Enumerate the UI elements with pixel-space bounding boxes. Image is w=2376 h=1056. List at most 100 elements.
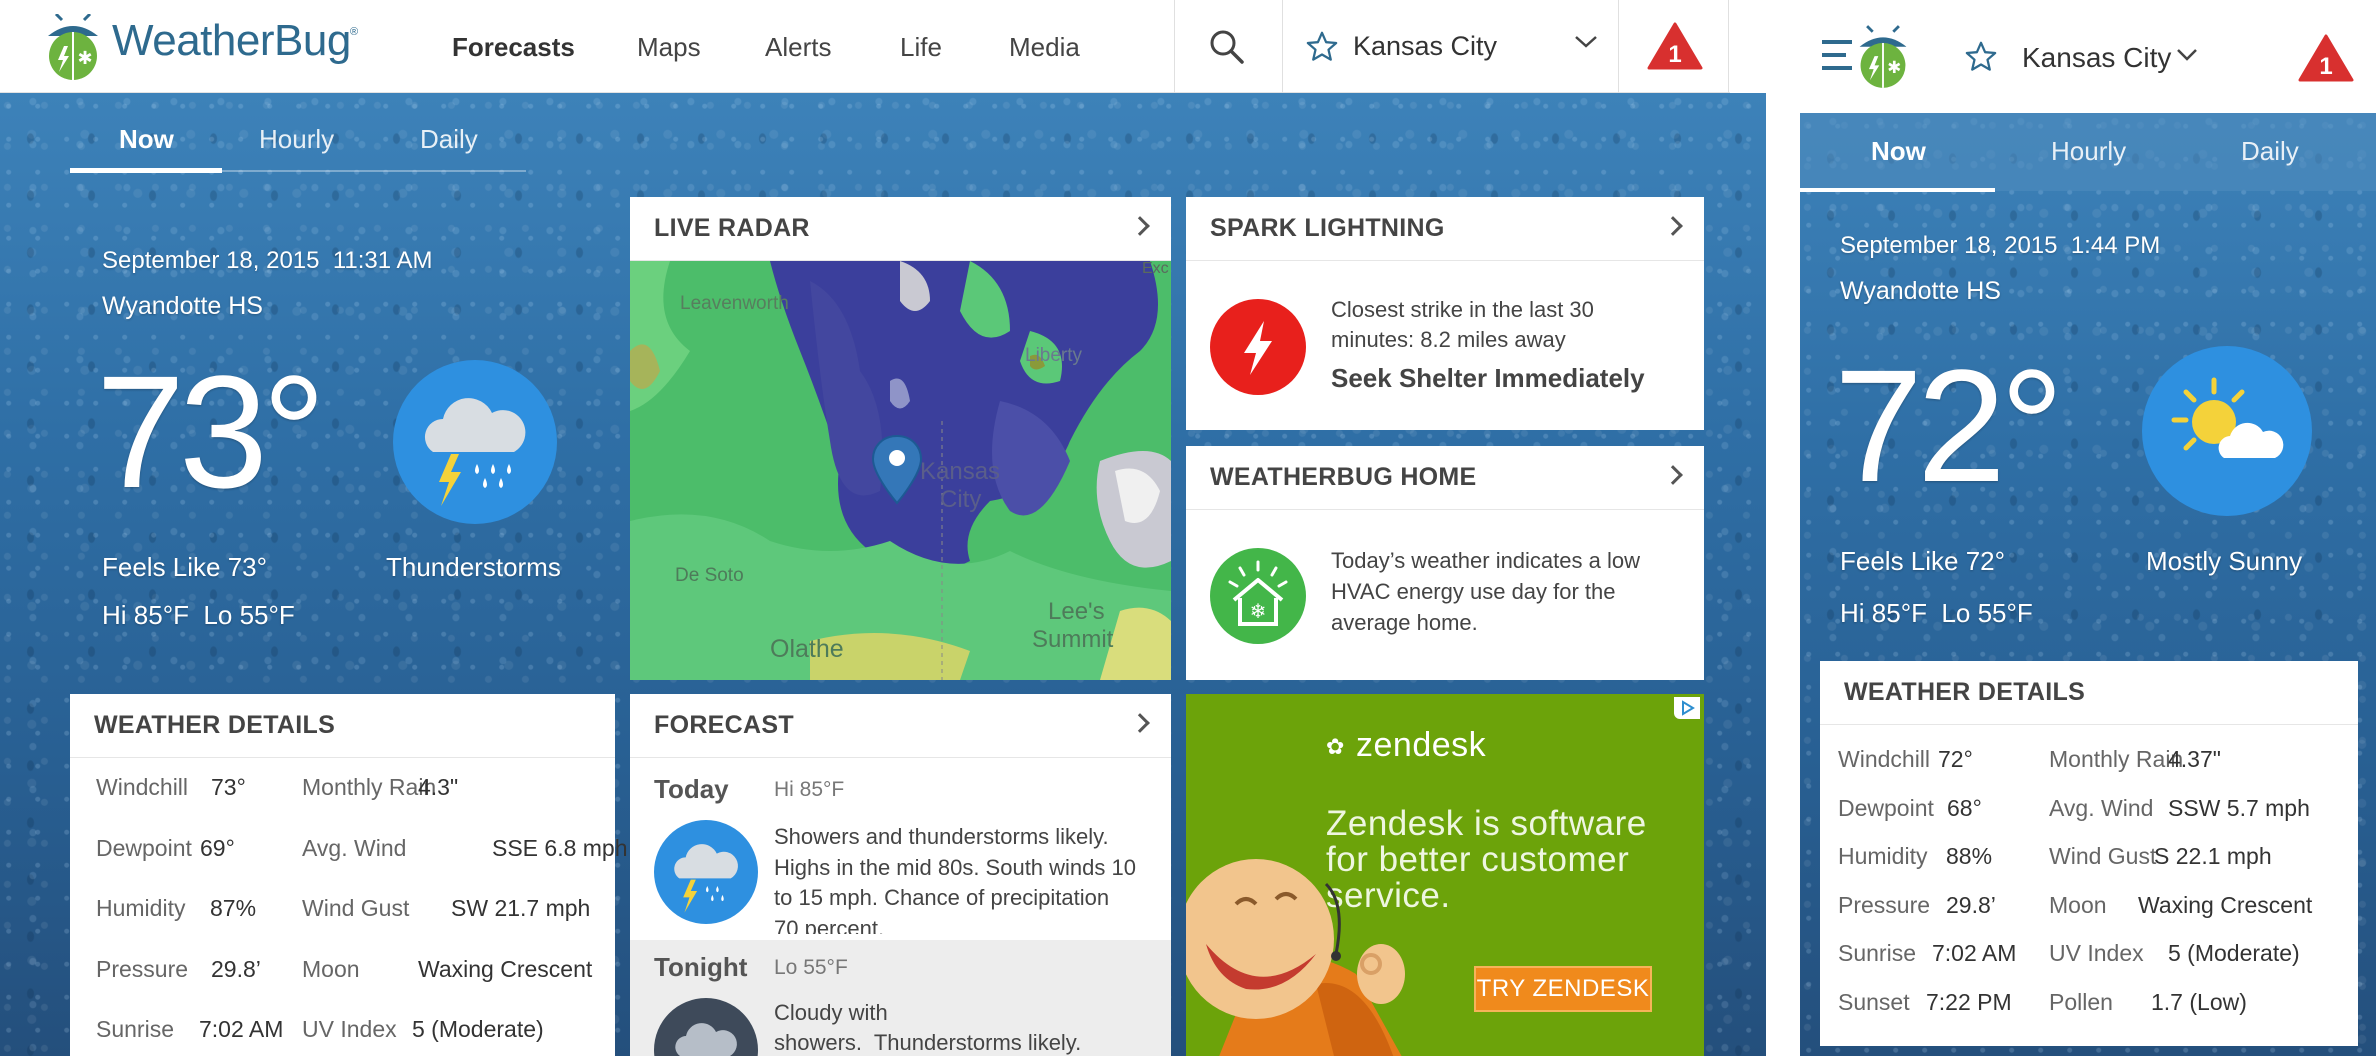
- detail-label: Humidity: [96, 895, 186, 921]
- chevron-down-icon[interactable]: [2176, 46, 2198, 69]
- thunderstorm-small-icon: [654, 820, 758, 929]
- detail-value: 5 (Moderate): [2168, 940, 2300, 966]
- forecast-title: FORECAST: [654, 711, 794, 739]
- svg-text:Leavenworth: Leavenworth: [680, 293, 789, 314]
- forecast-card[interactable]: FORECAST Today Hi 85°F Showers and thund…: [630, 694, 1171, 1056]
- mobile-location-name[interactable]: Kansas City: [2022, 42, 2171, 74]
- ad-mascot-image: [1186, 844, 1426, 1056]
- forecast-tonight-row[interactable]: Tonight Lo 55°F Cloudy with showers. Thu…: [630, 940, 1171, 1056]
- detail-label: Windchill: [1838, 746, 1931, 772]
- favorite-star-icon[interactable]: [1964, 40, 1998, 79]
- detail-label: UV Index: [2049, 940, 2144, 966]
- chevron-right-icon[interactable]: [1663, 216, 1683, 236]
- weatherbug-home-title: WEATHERBUG HOME: [1210, 463, 1477, 491]
- weatherbug-logo-icon[interactable]: ✱: [42, 12, 104, 80]
- detail-label: Monthly Rain: [2049, 746, 2184, 772]
- top-navigation-bar: ✱ WeatherBug ® Forecasts Maps Alerts Lif…: [0, 0, 1730, 93]
- live-radar-card[interactable]: LIVE RADAR Leavenworth Liberty Kansas Ci…: [630, 197, 1171, 680]
- alert-warning-icon[interactable]: 1: [2298, 34, 2354, 87]
- spark-lightning-header[interactable]: SPARK LIGHTNING: [1186, 197, 1704, 261]
- favorite-star-icon[interactable]: [1305, 30, 1339, 69]
- try-zendesk-button[interactable]: TRY ZENDESK: [1474, 966, 1652, 1012]
- radar-map[interactable]: Leavenworth Liberty Kansas City De Soto …: [630, 261, 1171, 680]
- weatherbug-logo-icon[interactable]: ✱: [1854, 24, 1912, 95]
- svg-text:❄: ❄: [1250, 599, 1267, 623]
- weather-details-card: WEATHER DETAILS Windchill 73° Monthly Rain…: [70, 694, 628, 1056]
- chevron-down-icon[interactable]: [1573, 32, 1599, 57]
- home-hvac-icon: ❄: [1210, 548, 1306, 649]
- location-selector[interactable]: Kansas City: [1283, 0, 1617, 93]
- brand-name[interactable]: WeatherBug: [112, 16, 351, 66]
- home-text-line3: average home.: [1331, 610, 1478, 635]
- detail-label: Avg. Wind: [302, 834, 407, 861]
- ad-brand: zendesk: [1356, 726, 1487, 764]
- chevron-right-icon[interactable]: [1663, 465, 1683, 485]
- svg-text:De Soto: De Soto: [675, 565, 744, 586]
- adchoices-icon[interactable]: [1674, 697, 1700, 719]
- detail-label: Humidity: [1838, 843, 1928, 869]
- svg-text:✱: ✱: [1887, 57, 1901, 77]
- tab-now[interactable]: Now: [119, 124, 174, 155]
- mobile-condition-label: Mostly Sunny: [2146, 546, 2303, 576]
- detail-value: 4.37": [2168, 746, 2221, 772]
- detail-value: 69°: [200, 834, 235, 861]
- svg-text:Liberty: Liberty: [1025, 345, 1083, 366]
- detail-value: SW 21.7 mph: [451, 895, 591, 921]
- svg-text:City: City: [940, 486, 981, 513]
- detail-value: 29.8’: [1946, 891, 1996, 918]
- tab-active-indicator: [70, 168, 222, 173]
- spark-lightning-card[interactable]: SPARK LIGHTNING Closest strike in the la…: [1186, 197, 1704, 430]
- detail-label: Sunrise: [1838, 940, 1916, 966]
- mobile-weather-details-header: WEATHER DETAILS: [1820, 661, 2358, 725]
- mobile-tab-daily[interactable]: Daily: [2241, 136, 2299, 167]
- detail-label: Pressure: [1838, 891, 1931, 918]
- detail-label: Wind Gust: [2049, 843, 2157, 869]
- nav-alerts[interactable]: Alerts: [765, 32, 831, 63]
- detail-value: 5 (Moderate): [412, 1016, 544, 1042]
- hamburger-menu-icon[interactable]: [1822, 38, 1858, 79]
- current-temperature: 73°: [96, 342, 326, 521]
- tab-daily[interactable]: Daily: [420, 124, 478, 155]
- detail-label: Moon: [302, 955, 360, 982]
- mobile-tab-now[interactable]: Now: [1871, 136, 1926, 167]
- detail-value: 68°: [1947, 794, 1982, 821]
- weather-details-title: WEATHER DETAILS: [94, 711, 336, 739]
- mobile-station-name[interactable]: Wyandotte HS: [1840, 277, 2001, 306]
- svg-text:1: 1: [2319, 53, 2332, 80]
- feels-like: Feels Like 73°: [102, 552, 268, 582]
- zendesk-logo-icon: ✿: [1326, 734, 1345, 759]
- weatherbug-home-header[interactable]: WEATHERBUG HOME: [1186, 446, 1704, 510]
- svg-text:Kansas: Kansas: [920, 458, 1000, 485]
- svg-text:✱: ✱: [77, 48, 92, 69]
- chevron-right-icon[interactable]: [1130, 216, 1150, 236]
- chevron-right-icon[interactable]: [1130, 713, 1150, 733]
- mobile-current-temperature: 72°: [1834, 336, 2064, 515]
- detail-value: 7:02 AM: [1932, 940, 2017, 966]
- nav-maps[interactable]: Maps: [637, 32, 701, 63]
- mobile-tab-hourly[interactable]: Hourly: [2051, 136, 2126, 167]
- detail-label: Dewpoint: [1838, 794, 1934, 821]
- detail-value: Waxing Crescent: [2138, 891, 2313, 918]
- weather-details-header: WEATHER DETAILS: [70, 694, 615, 758]
- nav-media[interactable]: Media: [1009, 32, 1080, 63]
- nav-life[interactable]: Life: [900, 32, 942, 63]
- zendesk-ad[interactable]: ✿ zendesk Zendesk is software for better…: [1186, 694, 1704, 1056]
- detail-value: 1.7 (Low): [2151, 988, 2247, 1015]
- detail-value: Waxing Crescent: [418, 955, 593, 982]
- alert-warning-icon[interactable]: 1: [1647, 22, 1703, 75]
- detail-value: S 22.1 mph: [2154, 843, 2272, 869]
- detail-label: Dewpoint: [96, 834, 192, 861]
- svg-text:1: 1: [1668, 41, 1681, 68]
- live-radar-header[interactable]: LIVE RADAR: [630, 197, 1171, 261]
- home-text-line2: HVAC energy use day for the: [1331, 579, 1616, 604]
- hi-lo: Hi 85°F Lo 55°F: [102, 600, 295, 630]
- desktop-view: ✱ WeatherBug ® Forecasts Maps Alerts Lif…: [0, 0, 1766, 1056]
- weatherbug-home-card[interactable]: WEATHERBUG HOME ❄ Today’s weather indica…: [1186, 446, 1704, 680]
- nav-forecasts[interactable]: Forecasts: [452, 32, 575, 63]
- detail-label: Pressure: [96, 955, 189, 982]
- svg-text:Exc: Exc: [1142, 261, 1169, 277]
- tab-hourly[interactable]: Hourly: [259, 124, 334, 155]
- search-icon[interactable]: [1208, 28, 1246, 71]
- station-name[interactable]: Wyandotte HS: [102, 292, 263, 321]
- forecast-header[interactable]: FORECAST: [630, 694, 1171, 758]
